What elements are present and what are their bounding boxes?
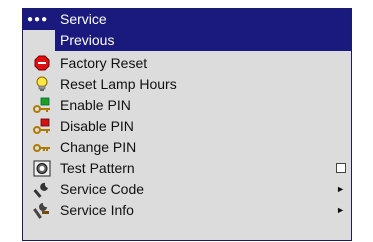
menu-item-service-code[interactable]: Service Code ► [23,179,351,200]
lightbulb-icon [36,76,48,91]
key-green-icon [33,97,50,113]
menu-item-label: Enable PIN [60,97,131,113]
menu-item-label: Reset Lamp Hours [60,76,177,92]
menu-header: ●●● Service [23,9,351,30]
menu-title: Service [60,11,107,27]
menu-item-change-pin[interactable]: Change PIN [23,137,351,158]
menu-item-reset-lamp-hours[interactable]: Reset Lamp Hours [23,74,351,95]
menu-item-label: Disable PIN [60,118,134,134]
menu-item-enable-pin[interactable]: Enable PIN [23,95,351,116]
menu-item-service-info[interactable]: Service Info ► [23,200,351,221]
menu-item-label: Service Info [60,202,134,218]
key-red-icon [33,118,50,134]
wrench-icon [33,182,48,198]
menu-item-label: Test Pattern [60,160,135,176]
menu-item-label: Service Code [60,181,145,197]
menu-item-label: Previous [60,32,115,48]
test-pattern-icon [33,160,51,177]
menu-dots-icon: ●●● [27,14,49,25]
tools-icon [33,203,49,219]
test-pattern-checkbox[interactable] [336,163,346,173]
menu-item-disable-pin[interactable]: Disable PIN [23,116,351,137]
service-menu: ●●● Service Previous Factory Reset Reset… [22,8,352,241]
menu-item-previous[interactable]: Previous [23,30,351,51]
menu-item-label: Factory Reset [60,55,148,71]
submenu-arrow-icon: ► [336,184,345,194]
stop-sign-icon [34,55,50,71]
key-icon [33,144,50,152]
submenu-arrow-icon: ► [336,205,345,215]
menu-item-factory-reset[interactable]: Factory Reset [23,53,351,74]
menu-item-test-pattern[interactable]: Test Pattern [23,158,351,179]
menu-item-label: Change PIN [60,139,137,155]
